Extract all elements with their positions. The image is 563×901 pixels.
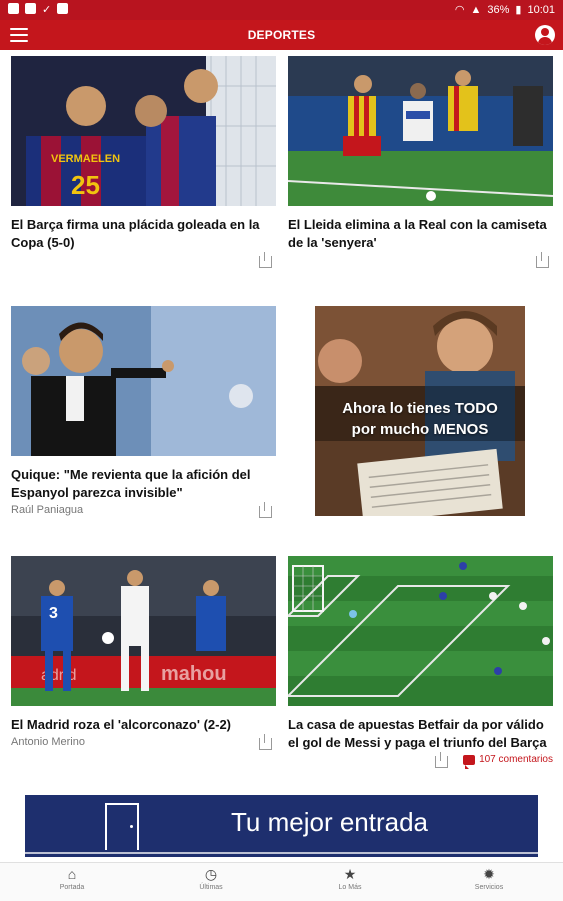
tab-servicios[interactable]: ✹ Servicios (449, 866, 529, 891)
share-icon[interactable] (259, 734, 272, 750)
article-image[interactable]: mahou adrid 3 (11, 556, 276, 706)
share-icon[interactable] (435, 752, 448, 768)
battery-percent: 36% (487, 3, 510, 16)
tab-label: Servicios (474, 884, 504, 891)
article-author: Antonio Merino (11, 736, 85, 748)
home-icon: ⌂ (67, 866, 77, 882)
article-headline[interactable]: El Madrid roza el 'alcorconazo' (2-2) (11, 716, 276, 734)
article-image[interactable]: 25 VERMAELEN (11, 56, 276, 206)
advertisement[interactable]: Ahora lo tienes TODO por mucho MENOS (315, 306, 525, 516)
comment-count: 107 comentarios (479, 754, 553, 765)
tab-label: Lo Más (338, 884, 362, 891)
tab-ultimas[interactable]: ◷ Últimas (171, 866, 251, 891)
tab-lo-mas[interactable]: ★ Lo Más (310, 866, 390, 891)
notification-icon (25, 3, 36, 14)
article-meta (288, 252, 553, 274)
ad-slogan: Tu mejor entrada (231, 807, 429, 837)
ad-text-line: por mucho MENOS (351, 421, 489, 438)
article-headline[interactable]: Quique: "Me revienta que la afición del … (11, 466, 276, 502)
article-card[interactable]: Quique: "Me revienta que la afición del … (11, 306, 276, 524)
article-card[interactable]: mahou adrid 3 El Madrid roza el 'alcorco… (11, 556, 276, 756)
battery-icon: ▮ (515, 4, 522, 16)
mail-icon (57, 3, 69, 14)
door-icon (105, 803, 139, 850)
tab-label: Últimas (199, 884, 223, 891)
article-author: Raúl Paniagua (11, 504, 84, 516)
section-title: DEPORTES (247, 28, 316, 42)
article-card[interactable]: La casa de apuestas Betfair da por válid… (288, 556, 553, 774)
tab-portada[interactable]: ⌂ Portada (32, 866, 112, 891)
comments-link[interactable]: 107 comentarios (463, 754, 553, 769)
ad-divider (25, 852, 538, 854)
article-card[interactable]: El Lleida elimina a la Real con la camis… (288, 56, 553, 274)
comment-icon (463, 754, 476, 769)
article-meta: 107 comentarios (288, 752, 553, 774)
svg-text:mahou: mahou (161, 663, 227, 685)
status-bar: ✓ ◠ ▲ 36% ▮ 10:01 (0, 0, 563, 20)
banner-advertisement[interactable]: Tu mejor entrada (25, 795, 538, 857)
star-icon: ★ (343, 866, 357, 882)
ad-text-line: Ahora lo tienes TODO (342, 400, 498, 417)
article-card[interactable]: 25 VERMAELEN El Barça firma una plácida … (11, 56, 276, 274)
sun-icon: ✹ (483, 866, 495, 882)
tab-label: Portada (59, 884, 85, 891)
article-image[interactable] (288, 56, 553, 206)
wifi-icon: ◠ (454, 4, 465, 16)
article-image[interactable] (288, 556, 553, 706)
user-icon[interactable] (535, 25, 555, 45)
clock-icon: ◷ (204, 866, 218, 882)
share-icon[interactable] (259, 502, 272, 518)
bottom-navigation: ⌂ Portada ◷ Últimas ★ Lo Más ✹ Servicios (0, 862, 563, 901)
app-bar: DEPORTES (0, 20, 563, 50)
article-headline[interactable]: La casa de apuestas Betfair da por válid… (288, 716, 553, 752)
article-meta: Raúl Paniagua (11, 502, 276, 524)
article-headline[interactable]: El Barça firma una plácida goleada en la… (11, 216, 276, 252)
article-meta (11, 252, 276, 274)
article-image[interactable] (11, 306, 276, 456)
svg-text:25: 25 (71, 170, 100, 200)
share-icon[interactable] (259, 252, 272, 268)
clock-time: 10:01 (527, 3, 555, 16)
share-icon[interactable] (536, 252, 549, 268)
article-headline[interactable]: El Lleida elimina a la Real con la camis… (288, 216, 553, 252)
signal-icon: ▲ (470, 3, 482, 16)
svg-text:3: 3 (49, 605, 58, 622)
notification-icon (8, 3, 19, 14)
svg-text:VERMAELEN: VERMAELEN (51, 153, 120, 165)
check-icon: ✓ (42, 4, 52, 16)
article-meta: Antonio Merino (11, 734, 276, 756)
